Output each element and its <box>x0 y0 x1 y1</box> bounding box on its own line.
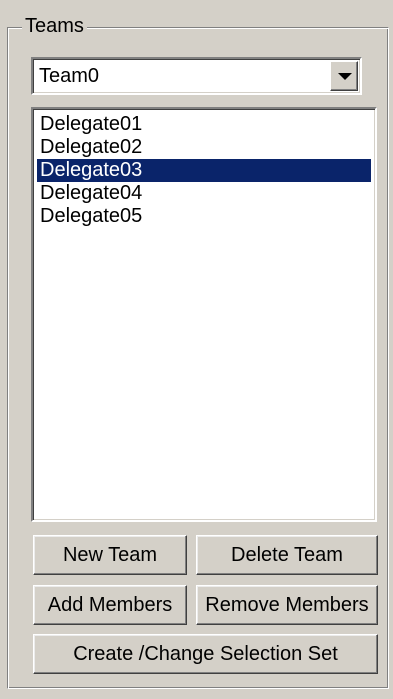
list-item[interactable]: Delegate01 <box>37 113 371 136</box>
list-item[interactable]: Delegate04 <box>37 182 371 205</box>
members-listbox[interactable]: Delegate01 Delegate02 Delegate03 Delegat… <box>31 107 377 522</box>
teams-panel: Teams Team0 Delegate01 Delegate02 Delega… <box>0 0 393 699</box>
list-item[interactable]: Delegate02 <box>37 136 371 159</box>
chevron-down-icon <box>338 73 352 80</box>
team-select-dropdown-button[interactable] <box>330 61 358 91</box>
remove-members-button[interactable]: Remove Members <box>196 585 378 625</box>
team-select[interactable]: Team0 <box>31 57 362 95</box>
teams-groupbox-title: Teams <box>22 14 87 38</box>
list-item[interactable]: Delegate05 <box>37 205 371 228</box>
new-team-button[interactable]: New Team <box>33 535 187 575</box>
team-select-value: Team0 <box>39 65 100 87</box>
list-item-selected[interactable]: Delegate03 <box>37 159 371 182</box>
delete-team-button[interactable]: Delete Team <box>196 535 378 575</box>
create-change-selection-set-button[interactable]: Create /Change Selection Set <box>33 634 378 674</box>
add-members-button[interactable]: Add Members <box>33 585 187 625</box>
